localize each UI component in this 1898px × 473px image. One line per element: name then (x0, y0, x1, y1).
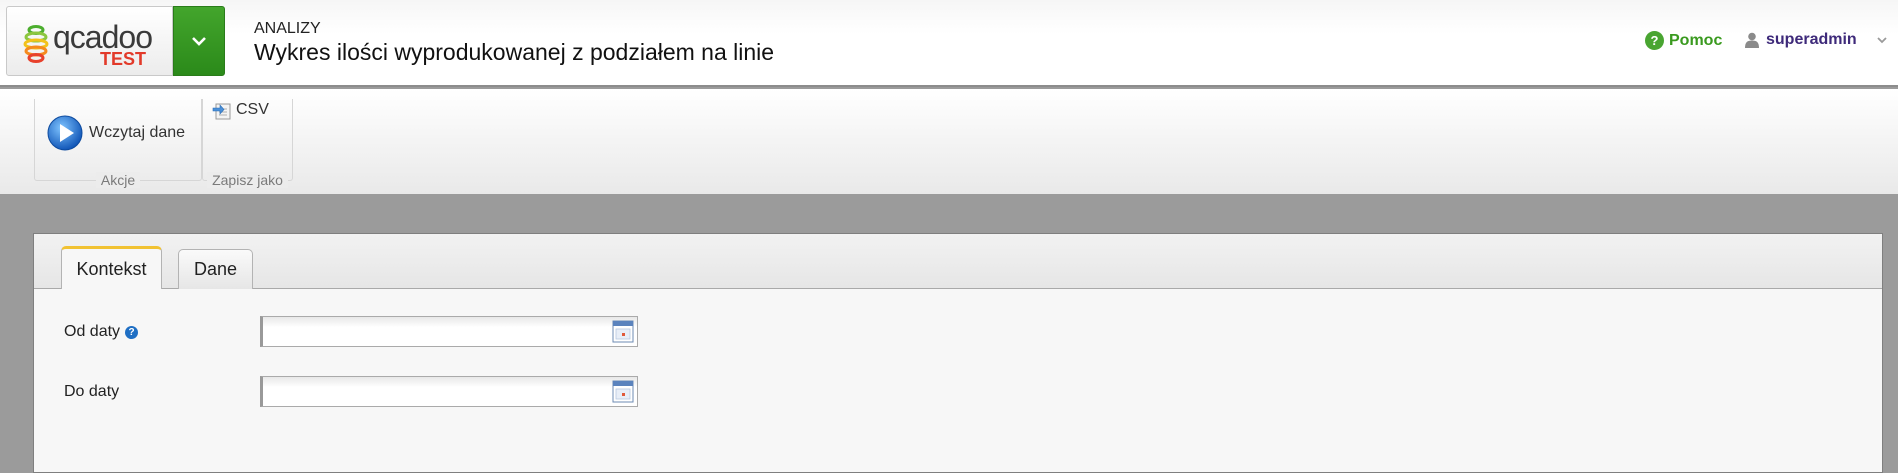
from-date-label: Od daty ? (64, 323, 139, 341)
play-icon (47, 115, 83, 151)
logo-environment-badge: TEST (100, 49, 147, 69)
ribbon-toolbar: Wczytaj dane Akcje CSV Zapisz jako (0, 89, 1898, 194)
calendar-icon[interactable] (612, 380, 634, 403)
load-data-button[interactable]: Wczytaj dane (47, 115, 185, 151)
ribbon-group-label: Akcje (35, 172, 201, 188)
page-title: Wykres ilości wyprodukowanej z podziałem… (254, 39, 775, 65)
top-header: qcadoo TEST ANALIZY Wykres ilości wyprod… (0, 0, 1898, 87)
tab-bar: Kontekst Dane (34, 234, 1882, 289)
load-data-label: Wczytaj dane (89, 124, 186, 141)
user-icon (1745, 32, 1759, 48)
help-link[interactable]: ? Pomoc (1645, 31, 1722, 50)
csv-label: CSV (236, 101, 269, 118)
tab-kontekst[interactable]: Kontekst (61, 246, 162, 289)
csv-export-icon (212, 103, 231, 120)
user-name: superadmin (1766, 31, 1857, 48)
app-logo[interactable]: qcadoo TEST (6, 6, 173, 76)
tab-dane[interactable]: Dane (178, 249, 253, 289)
export-csv-button[interactable]: CSV (211, 99, 269, 121)
from-date-input[interactable] (260, 316, 638, 347)
page-category: ANALIZY (254, 20, 321, 37)
chevron-down-icon (1877, 37, 1887, 44)
help-label: Pomoc (1669, 31, 1723, 49)
form-panel: Kontekst Dane Od daty ? Do daty (33, 233, 1883, 473)
to-date-input[interactable] (260, 376, 638, 407)
info-icon[interactable]: ? (125, 325, 139, 339)
ribbon-group-save-as: CSV Zapisz jako (202, 99, 293, 188)
calendar-icon[interactable] (612, 320, 634, 343)
help-icon: ? (1645, 31, 1664, 50)
to-date-label: Do daty (64, 383, 120, 400)
user-menu[interactable]: superadmin (1745, 31, 1888, 49)
chevron-down-icon (192, 37, 206, 46)
main-menu-toggle-button[interactable] (173, 6, 225, 76)
qcadoo-logo-icon (23, 25, 49, 63)
ribbon-group-label: Zapisz jako (203, 172, 292, 188)
ribbon-group-actions: Wczytaj dane Akcje (34, 99, 202, 188)
